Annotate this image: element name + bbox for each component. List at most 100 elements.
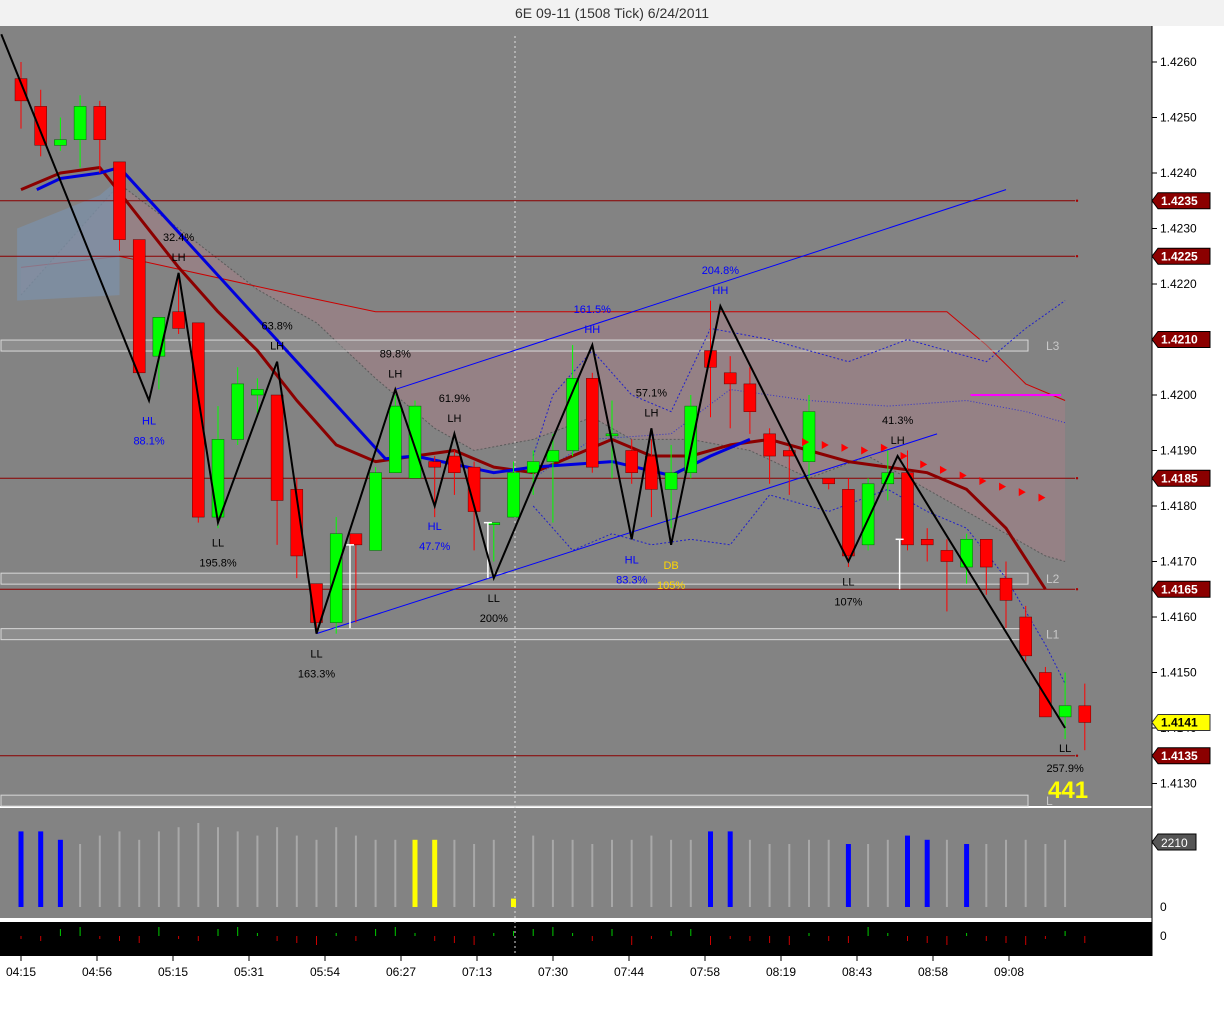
volume-bar: [985, 844, 988, 907]
candle-body: [664, 472, 678, 490]
candle-body: [980, 539, 993, 568]
x-tick-label: 07:44: [614, 965, 644, 979]
volume-bar: [845, 844, 851, 907]
x-tick-label: 05:31: [234, 965, 264, 979]
level-dot: [1075, 754, 1079, 757]
volume-bar: [412, 839, 418, 907]
candle-body: [73, 106, 87, 140]
tick-zero-label: 0: [1160, 929, 1167, 943]
price-tag-label: 1.4165: [1161, 582, 1198, 596]
swing-pct: 195.8%: [199, 558, 237, 570]
volume-bar: [138, 839, 141, 907]
volume-bar: [177, 827, 180, 907]
volume-bar: [18, 831, 24, 907]
swing-pct: 57.1%: [636, 387, 667, 399]
candle-body: [842, 489, 855, 557]
volume-bar: [354, 835, 357, 907]
volume-bar: [905, 835, 910, 907]
y-tick-label: 1.4240: [1160, 166, 1197, 180]
candle-body: [586, 378, 599, 468]
volume-bar: [98, 835, 101, 907]
candle-body: [546, 450, 560, 462]
swing-type: HL: [428, 521, 442, 533]
y-tick-label: 1.4250: [1160, 111, 1197, 125]
price-tag-label: 1.4210: [1161, 333, 1198, 347]
candle-body: [1078, 705, 1092, 723]
candle-body: [625, 450, 638, 473]
candle-body: [507, 472, 520, 518]
candle-body: [389, 405, 402, 473]
candle-body: [684, 405, 698, 473]
zone-label: L2: [1046, 572, 1060, 586]
volume-bar: [276, 827, 279, 907]
zone-label: L3: [1046, 339, 1060, 353]
volume-bar: [374, 839, 377, 907]
swing-pct: 200%: [480, 613, 508, 625]
volume-bar: [591, 844, 594, 907]
volume-bar: [708, 831, 713, 907]
swing-type: LH: [891, 435, 905, 447]
volume-bar: [315, 839, 318, 907]
volume-bar: [571, 839, 574, 907]
volume-bar: [788, 844, 791, 907]
candle-body: [1058, 705, 1072, 718]
x-tick-label: 08:19: [766, 965, 796, 979]
swing-pct: 107%: [834, 597, 862, 609]
candle-body: [723, 372, 737, 385]
swing-type: HH: [712, 285, 728, 297]
swing-pct: 83.3%: [616, 574, 647, 586]
price-tag-label: 1.4225: [1161, 249, 1198, 263]
volume-bar: [118, 831, 121, 907]
swing-type: HL: [142, 416, 156, 428]
volume-bar: [650, 835, 653, 907]
candle-body: [408, 405, 422, 479]
volume-bar: [748, 839, 751, 907]
volume-bar: [79, 844, 82, 907]
volume-bar: [964, 844, 970, 907]
volume-bar: [38, 831, 44, 907]
candle-body: [369, 472, 382, 551]
volume-bar: [1024, 839, 1027, 907]
candle-body: [93, 106, 107, 140]
swing-type: LL: [212, 538, 224, 550]
x-tick-label: 07:13: [462, 965, 492, 979]
swing-pct: 89.8%: [380, 348, 411, 360]
volume-bar: [1064, 839, 1067, 907]
volume-bar: [670, 839, 673, 907]
volume-bar: [1044, 844, 1047, 907]
tick-panel-bg: [0, 922, 1152, 956]
candle-body: [645, 455, 658, 490]
swing-pct: 105%: [657, 580, 685, 592]
swing-type: LH: [172, 252, 186, 264]
volume-bar: [689, 839, 692, 907]
chart-canvas[interactable]: L3L2L1L 32.4%LHHL88.1%LL195.8%63.8%LHLL1…: [0, 0, 1224, 1014]
swing-pct: 41.3%: [882, 415, 913, 427]
volume-panel-bg: [0, 808, 1152, 918]
swing-pct: 63.8%: [261, 321, 292, 333]
candle-body: [743, 383, 757, 412]
tick-counter: 441: [1048, 777, 1088, 804]
candle-body: [113, 161, 126, 240]
volume-bar: [57, 839, 63, 907]
level-dot: [1075, 477, 1079, 480]
x-tick-label: 07:58: [690, 965, 720, 979]
candle-body: [605, 433, 619, 437]
swing-type: HH: [584, 324, 600, 336]
candle-body: [526, 461, 540, 473]
candle-body: [349, 533, 363, 546]
y-tick-label: 1.4260: [1160, 55, 1197, 69]
swing-pct: 161.5%: [574, 304, 612, 316]
x-tick-label: 08:43: [842, 965, 872, 979]
volume-tag-label: 2210: [1161, 836, 1188, 850]
x-tick-label: 05:15: [158, 965, 188, 979]
level-dot: [1075, 255, 1079, 258]
volume-bar: [335, 827, 338, 907]
y-tick-label: 1.4130: [1160, 777, 1197, 791]
candle-body: [920, 539, 934, 546]
y-tick-label: 1.4200: [1160, 388, 1197, 402]
swing-type: LH: [644, 407, 658, 419]
volume-bar: [808, 839, 810, 907]
x-tick-label: 09:08: [994, 965, 1024, 979]
candle-body: [861, 483, 875, 546]
candle-body: [802, 411, 816, 462]
